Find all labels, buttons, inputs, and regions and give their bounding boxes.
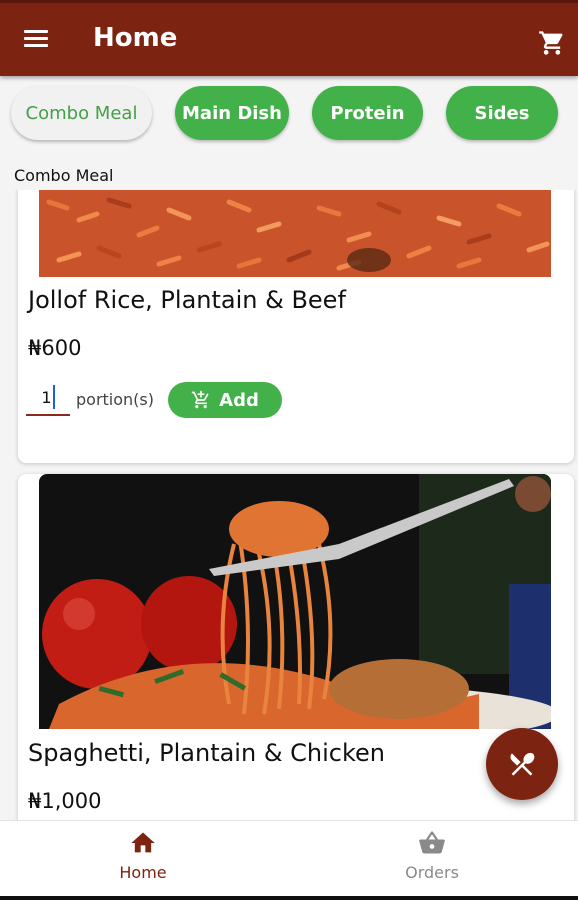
- bottom-navigation: Home Orders: [0, 820, 578, 896]
- quantity-value: 1: [41, 387, 52, 407]
- product-list[interactable]: Jollof Rice, Plantain & Beef ₦600 1 port…: [0, 190, 578, 820]
- basket-icon: [419, 831, 445, 854]
- add-to-cart-button[interactable]: Add: [168, 382, 282, 418]
- chip-sides[interactable]: Sides: [446, 86, 558, 140]
- product-image: [39, 190, 551, 277]
- system-nav-bar: [0, 896, 578, 900]
- category-chips: Combo Meal Main Dish Protein Sides: [0, 86, 578, 142]
- menu-button[interactable]: [22, 28, 52, 52]
- cart-button[interactable]: [538, 29, 566, 57]
- fork-knife-icon: [510, 752, 535, 776]
- add-shopping-cart-icon: [191, 390, 209, 409]
- page-title: Home: [93, 23, 178, 53]
- product-price: ₦1,000: [28, 789, 102, 813]
- product-name: Spaghetti, Plantain & Chicken: [28, 739, 386, 767]
- menu-fab-button[interactable]: [486, 728, 558, 800]
- quantity-input[interactable]: 1: [26, 380, 70, 416]
- nav-home-label: Home: [119, 863, 167, 882]
- add-button-label: Add: [219, 389, 259, 411]
- text-caret: [52, 385, 55, 409]
- app-bar: Home: [0, 3, 578, 76]
- nav-orders[interactable]: Orders: [357, 829, 507, 893]
- chip-combo-meal[interactable]: Combo Meal: [11, 86, 152, 140]
- section-label: Combo Meal: [14, 166, 114, 185]
- jollof-rice-image: [39, 190, 551, 277]
- shopping-cart-icon: [539, 31, 563, 55]
- portion-label: portion(s): [76, 390, 154, 409]
- chip-main-dish[interactable]: Main Dish: [175, 86, 289, 140]
- hamburger-menu-icon: [24, 30, 48, 33]
- nav-home[interactable]: Home: [68, 829, 218, 893]
- spaghetti-image: [39, 474, 551, 729]
- home-icon: [131, 832, 155, 853]
- nav-orders-label: Orders: [405, 863, 459, 882]
- product-image: [39, 474, 551, 729]
- product-card: Jollof Rice, Plantain & Beef ₦600 1 port…: [18, 190, 574, 463]
- chip-protein[interactable]: Protein: [312, 86, 423, 140]
- product-name: Jollof Rice, Plantain & Beef: [28, 286, 346, 314]
- product-price: ₦600: [28, 336, 82, 360]
